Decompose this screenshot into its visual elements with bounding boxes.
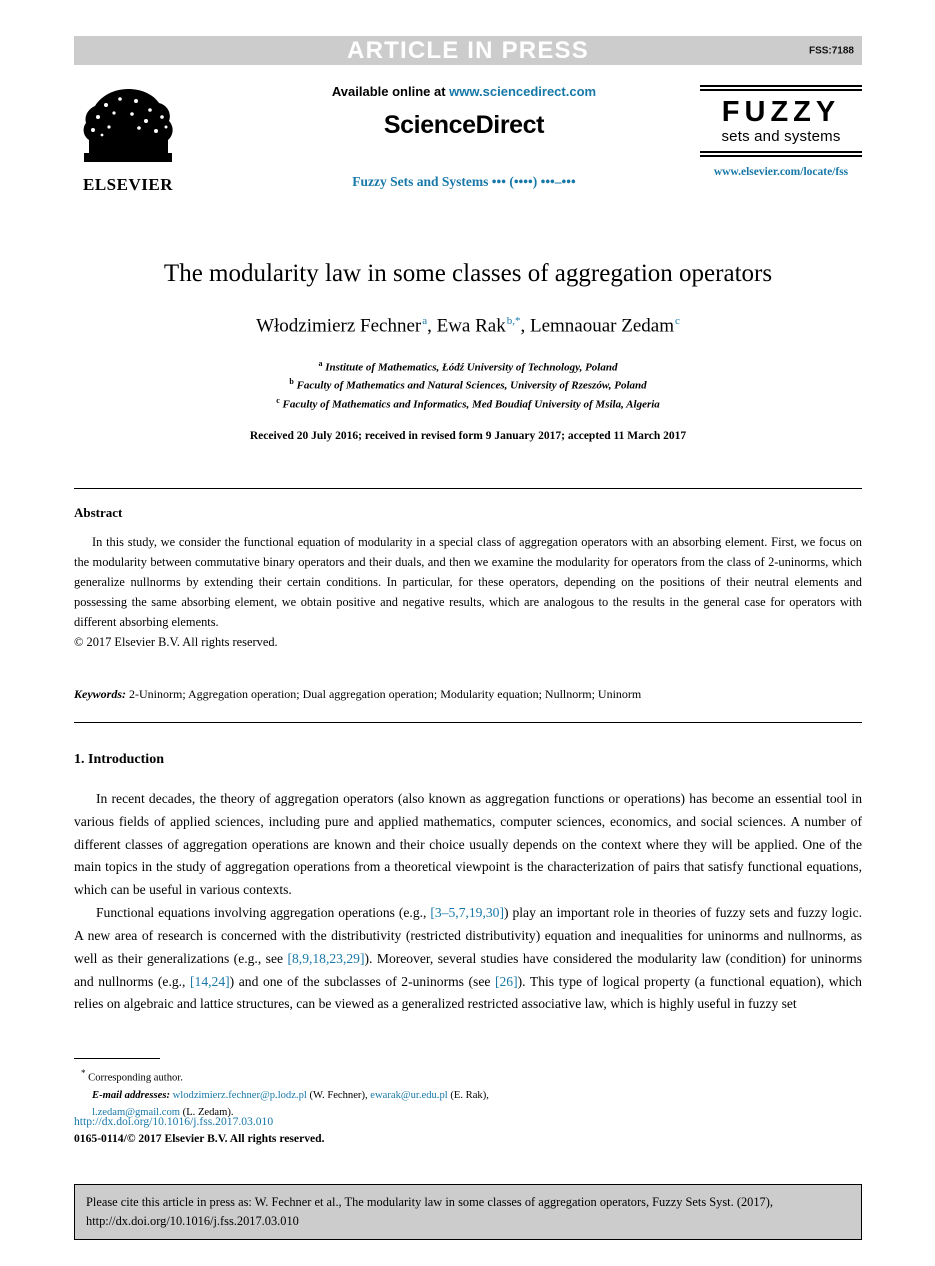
abstract-copyright: © 2017 Elsevier B.V. All rights reserved…	[74, 635, 278, 650]
journal-logo: FUZZY sets and systems www.elsevier.com/…	[700, 85, 862, 178]
author-affiliation-marker[interactable]: a	[421, 315, 427, 327]
author-name: Lemnaouar Zedam	[529, 315, 674, 337]
author-list: Włodzimierz Fechnera, Ewa Rakb,*, Lemnao…	[256, 315, 680, 337]
sciencedirect-url-link[interactable]: www.sciencedirect.com	[449, 84, 596, 99]
affiliation-text: Faculty of Mathematics and Natural Scien…	[296, 379, 647, 392]
corresponding-author-note: * Corresponding author.	[74, 1066, 554, 1087]
issn-copyright-line: 0165-0114/© 2017 Elsevier B.V. All right…	[74, 1132, 325, 1146]
journal-logo-subtitle: sets and systems	[721, 128, 841, 146]
paragraph-text: Functional equations involving aggregati…	[96, 905, 431, 921]
introduction-paragraph-2: Functional equations involving aggregati…	[74, 902, 862, 1016]
page-title: The modularity law in some classes of ag…	[163, 260, 773, 287]
journal-manuscript-code: FSS:7188	[808, 45, 854, 56]
journal-citation-line: Fuzzy Sets and Systems ••• (••••) •••–••…	[352, 173, 576, 189]
journal-logo-title: FUZZY	[721, 96, 841, 128]
keywords-value: 2-Uninorm; Aggregation operation; Dual a…	[126, 687, 642, 701]
author-affiliation-marker[interactable]: b,*	[506, 315, 521, 327]
affiliation-marker: c	[276, 395, 280, 405]
journal-url-link[interactable]: www.elsevier.com/locate/fss	[700, 166, 862, 178]
article-in-press-banner: ARTICLE IN PRESS FSS:7188	[74, 36, 862, 65]
available-online-line: Available online at www.sciencedirect.co…	[244, 84, 684, 100]
footnote-block: * Corresponding author. E-mail addresses…	[74, 1058, 554, 1121]
doi-link[interactable]: http://dx.doi.org/10.1016/j.fss.2017.03.…	[74, 1113, 554, 1130]
masthead: ELSEVIER Available online at www.science…	[74, 80, 862, 215]
email-attribution: (W. Fechner),	[306, 1089, 371, 1101]
author-name: Włodzimierz Fechner	[256, 315, 422, 337]
email-addresses-label: E-mail addresses:	[92, 1089, 170, 1101]
sciencedirect-wordmark: ScienceDirect	[383, 110, 545, 139]
author-affiliation-marker[interactable]: c	[674, 315, 680, 327]
article-page: ARTICLE IN PRESS FSS:7188 ELSEVIER Avail…	[0, 0, 935, 1266]
article-in-press-label: ARTICLE IN PRESS	[347, 36, 589, 64]
doi-block: http://dx.doi.org/10.1016/j.fss.2017.03.…	[74, 1113, 554, 1148]
citation-link[interactable]: [14,24]	[190, 974, 230, 989]
journal-logo-rule-bottom	[700, 151, 862, 158]
elsevier-wordmark: ELSEVIER	[83, 175, 173, 194]
elsevier-tree-icon	[83, 89, 173, 162]
abstract-top-rule	[74, 488, 862, 489]
keywords-label: Keywords:	[74, 687, 126, 701]
section-heading-introduction: 1. Introduction	[74, 752, 164, 767]
affiliation-list: a Institute of Mathematics, Łódź Univers…	[74, 358, 862, 414]
citation-link[interactable]: [26]	[495, 974, 518, 989]
affiliation-text: Institute of Mathematics, Łódź Universit…	[325, 361, 618, 374]
affiliation-marker: a	[318, 358, 323, 368]
article-history: Received 20 July 2016; received in revis…	[249, 429, 687, 442]
abstract-heading: Abstract	[74, 505, 123, 520]
citation-link[interactable]: [3–5,7,19,30]	[430, 905, 504, 920]
email-link[interactable]: wlodzimierz.fechner@p.lodz.pl	[173, 1090, 307, 1101]
available-online-prefix: Available online at	[331, 84, 450, 99]
sciencedirect-block: Available online at www.sciencedirect.co…	[244, 84, 684, 190]
email-attribution: (E. Rak),	[447, 1089, 489, 1101]
corresponding-author-text: Corresponding author.	[88, 1072, 183, 1084]
cite-this-article-box: Please cite this article in press as: W.…	[74, 1184, 862, 1241]
keywords-bottom-rule	[74, 722, 862, 723]
affiliation-item: b Faculty of Mathematics and Natural Sci…	[74, 376, 862, 395]
abstract-body: In this study, we consider the functiona…	[74, 535, 862, 630]
keywords-line: Keywords: 2-Uninorm; Aggregation operati…	[74, 687, 862, 702]
abstract-section: Abstract In this study, we consider the …	[74, 505, 862, 653]
email-link[interactable]: ewarak@ur.edu.pl	[370, 1090, 447, 1101]
author-name: Ewa Rak	[436, 315, 506, 337]
paragraph-text: ) and one of the subclasses of 2-uninorm…	[229, 973, 495, 989]
corresponding-author-marker: *	[81, 1068, 86, 1078]
introduction-section: 1. Introduction In recent decades, the t…	[74, 752, 862, 1016]
introduction-paragraph-1: In recent decades, the theory of aggrega…	[74, 791, 862, 898]
title-block: The modularity law in some classes of ag…	[74, 258, 862, 442]
affiliation-text: Faculty of Mathematics and Informatics, …	[282, 398, 660, 411]
affiliation-item: c Faculty of Mathematics and Informatics…	[74, 395, 862, 414]
elsevier-logo: ELSEVIER	[76, 83, 180, 195]
cite-box-line-2: http://dx.doi.org/10.1016/j.fss.2017.03.…	[86, 1213, 299, 1228]
journal-logo-rule-top	[700, 85, 862, 91]
affiliation-item: a Institute of Mathematics, Łódź Univers…	[74, 358, 862, 377]
citation-link[interactable]: [8,9,18,23,29]	[287, 951, 364, 966]
footnote-separator-rule	[74, 1058, 160, 1059]
affiliation-marker: b	[289, 377, 294, 387]
cite-box-line-1: Please cite this article in press as: W.…	[86, 1195, 773, 1209]
